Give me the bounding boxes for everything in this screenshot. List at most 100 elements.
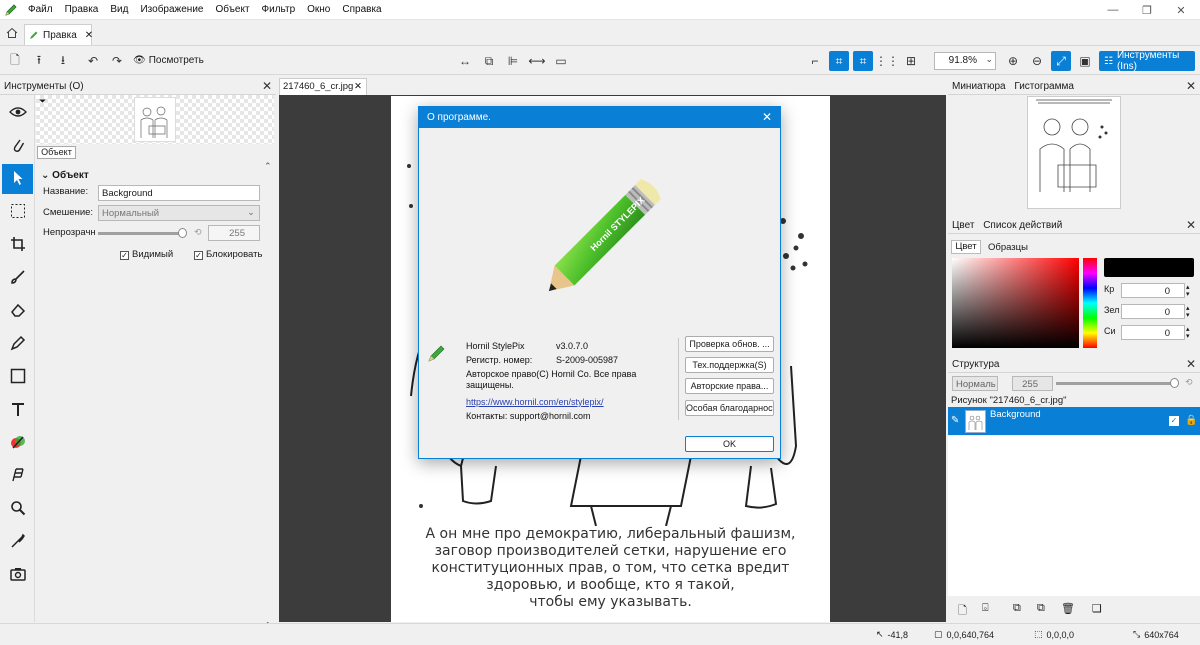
opacity-slider-handle[interactable] (178, 228, 187, 238)
lock-checkbox[interactable]: ✓ Блокировать (194, 249, 262, 260)
snap-icon[interactable]: ⌗ (829, 51, 849, 71)
lock-icon[interactable]: 🔒 (1185, 415, 1197, 426)
chevron-up-icon[interactable]: ⌃ (264, 161, 272, 172)
thanks-button[interactable]: Особая благодарность (685, 400, 774, 416)
zoom-out-icon[interactable]: ⊖ (1027, 51, 1047, 71)
fit-window-icon[interactable]: ⤢ (1051, 51, 1071, 71)
redo-icon[interactable]: ↷ (107, 51, 127, 71)
support-button[interactable]: Тех.поддержка(S) (685, 357, 774, 373)
brush-tool[interactable] (2, 263, 33, 293)
foreground-swatch[interactable] (1104, 258, 1194, 277)
hue-slider[interactable] (1083, 258, 1097, 348)
new-file-icon[interactable]: 🗋 (5, 51, 25, 71)
crop-tool[interactable] (2, 230, 33, 260)
blue-spinner-icon[interactable]: ▴ ▾ (1186, 326, 1190, 340)
red-spinner-icon[interactable]: ▴ ▾ (1186, 284, 1190, 298)
close-icon[interactable]: ✕ (762, 107, 772, 128)
preview-button[interactable]: 👁 Посмотреть (133, 55, 204, 66)
select-tool[interactable] (2, 164, 33, 194)
upload-icon[interactable]: ⭱ (29, 51, 49, 71)
delete-layer-icon[interactable]: 🗑 (1061, 602, 1075, 615)
blend-select[interactable]: Нормальный ⌄ (98, 205, 260, 221)
tab-actions[interactable]: Список действий (983, 220, 1062, 231)
menu-view[interactable]: Вид (104, 0, 134, 20)
blue-input[interactable]: 0 (1121, 325, 1185, 340)
download-icon[interactable]: ⭳ (53, 51, 73, 71)
new-layer-icon[interactable]: 🗋 (958, 602, 967, 621)
close-panel-icon[interactable]: ✕ (1186, 78, 1196, 95)
menu-image[interactable]: Изображение (134, 0, 209, 20)
menu-file[interactable]: Файл (22, 0, 59, 20)
text-tool[interactable] (2, 395, 33, 425)
close-tab-icon[interactable]: ✕ (85, 30, 93, 41)
menu-help[interactable]: Справка (336, 0, 387, 20)
minimize-button[interactable]: — (1096, 0, 1130, 20)
structure-slider-handle[interactable] (1170, 378, 1179, 388)
capture-tool[interactable] (2, 560, 33, 590)
eyedropper-tool[interactable] (2, 527, 33, 557)
canvas-tab[interactable]: 217460_6_cr.jpg ✕ (279, 78, 367, 95)
object-section[interactable]: ⌄ Объект (41, 170, 89, 181)
color-tool[interactable] (2, 428, 33, 458)
menu-object[interactable]: Объект (209, 0, 255, 20)
website-link[interactable]: https://www.hornil.com/en/stylepix/ (466, 397, 604, 407)
fit-width-icon[interactable]: ⟷ (527, 51, 547, 71)
tools-button[interactable]: ☷ Инструменты (Ins) (1099, 50, 1195, 72)
grid-icon[interactable]: ⋮⋮ (875, 51, 899, 71)
subtab-swatches[interactable]: Образцы (988, 242, 1028, 253)
maximize-button[interactable]: ❐ (1130, 0, 1164, 20)
eraser-tool[interactable] (2, 296, 33, 326)
ruler-icon[interactable]: ⌐ (805, 51, 825, 71)
merge-icon[interactable]: ⧉ (1037, 602, 1045, 615)
actual-size-icon[interactable]: ▣ (1075, 51, 1095, 71)
menu-filter[interactable]: Фильтр (256, 0, 302, 20)
smudge-tool[interactable] (2, 461, 33, 491)
close-panel-icon[interactable]: ✕ (1186, 356, 1196, 373)
tab-edit[interactable]: Правка ✕ (24, 24, 93, 45)
reset-icon[interactable]: ⟲ (194, 227, 202, 238)
close-panel-icon[interactable]: ✕ (262, 78, 272, 95)
guide-icon[interactable]: ⌗ (853, 51, 873, 71)
structure-blend-select[interactable]: Нормаль (952, 376, 998, 391)
zoom-tool[interactable] (2, 494, 33, 524)
ok-button[interactable]: OK (685, 436, 774, 452)
visible-checkbox[interactable]: ✓ Видимый (120, 249, 173, 260)
object-button[interactable]: Объект (37, 146, 76, 159)
grid-settings-icon[interactable]: ⊞ (901, 51, 921, 71)
copyrights-button[interactable]: Авторские права... (685, 378, 774, 394)
reset-icon[interactable]: ⟲ (1185, 377, 1193, 388)
opacity-slider[interactable] (98, 232, 186, 235)
tab-color[interactable]: Цвет (952, 220, 974, 231)
marquee-tool[interactable] (2, 197, 33, 227)
close-window-button[interactable]: ✕ (1164, 0, 1198, 20)
menu-window[interactable]: Окно (301, 0, 336, 20)
duplicate-layer-icon[interactable]: ❏ (1092, 602, 1102, 615)
tab-thumbnail[interactable]: Миниатюра (952, 81, 1006, 92)
zoom-select[interactable]: 91.8% ⌄ (934, 52, 996, 70)
undo-icon[interactable]: ↶ (83, 51, 103, 71)
structure-opacity-slider[interactable] (1056, 382, 1174, 385)
align-left-icon[interactable]: ⊫ (503, 51, 523, 71)
zoom-in-icon[interactable]: ⊕ (1003, 51, 1023, 71)
subtab-color[interactable]: Цвет (951, 240, 981, 254)
duplicate-icon[interactable]: ⧉ (479, 51, 499, 71)
thumbnail-image[interactable] (1027, 96, 1121, 209)
camera-icon[interactable]: ⌺ (982, 602, 989, 615)
close-panel-icon[interactable]: ✕ (1186, 217, 1196, 234)
view-tool[interactable] (2, 98, 33, 128)
pen-tool[interactable] (2, 329, 33, 359)
flip-horizontal-icon[interactable]: ↔ (455, 51, 475, 71)
green-input[interactable]: 0 (1121, 304, 1185, 319)
check-updates-button[interactable]: Проверка обнов. ... (685, 336, 774, 352)
home-icon[interactable] (5, 26, 19, 40)
copy-icon[interactable]: ⧉ (1013, 602, 1021, 615)
collapse-icon[interactable]: ⏷ (39, 96, 46, 107)
attach-tool[interactable] (2, 131, 33, 161)
rectangle-tool[interactable] (2, 362, 33, 392)
layer-row[interactable]: ✎ Background ✓ 🔒 (948, 407, 1200, 435)
name-input[interactable]: Background (98, 185, 260, 201)
menu-edit[interactable]: Правка (59, 0, 105, 20)
tab-histogram[interactable]: Гистограмма (1014, 81, 1074, 92)
green-spinner-icon[interactable]: ▴ ▾ (1186, 305, 1190, 319)
layer-visible-checkbox[interactable]: ✓ (1169, 416, 1179, 426)
